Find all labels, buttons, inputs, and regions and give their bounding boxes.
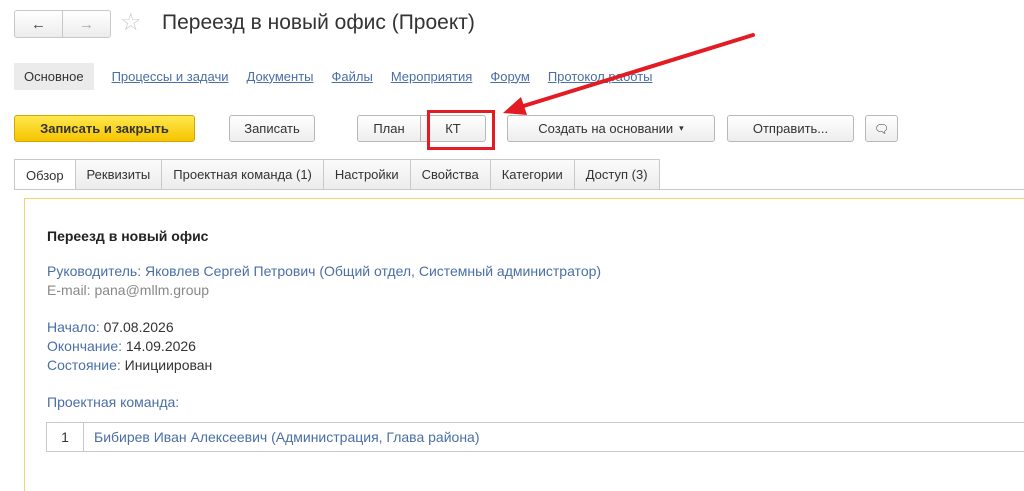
annotation-highlight-box	[427, 110, 495, 150]
nav-events[interactable]: Мероприятия	[391, 69, 473, 84]
nav-files[interactable]: Файлы	[332, 69, 373, 84]
tab-bar: Обзор Реквизиты Проектная команда (1) На…	[14, 159, 660, 190]
tab-categories[interactable]: Категории	[490, 159, 575, 189]
end-row: Окончание: 14.09.2026	[47, 338, 196, 354]
end-value: 14.09.2026	[125, 338, 196, 354]
nav-main[interactable]: Основное	[14, 62, 94, 90]
team-member-link[interactable]: Бибирев Иван Алексеевич (Администрация, …	[84, 429, 480, 445]
page-title: Переезд в новый офис (Проект)	[162, 11, 475, 34]
back-arrow-icon[interactable]: ←	[15, 11, 62, 37]
manager-row: Руководитель: Яковлев Сергей Петрович (О…	[47, 263, 601, 279]
chat-icon: 🗨	[873, 121, 890, 136]
nav-processes-tasks[interactable]: Процессы и задачи	[112, 69, 229, 84]
chevron-down-icon: ▾	[679, 123, 684, 133]
tab-requisites[interactable]: Реквизиты	[75, 159, 163, 189]
team-table-row[interactable]: 1 Бибирев Иван Алексеевич (Администрация…	[46, 422, 1024, 452]
save-and-close-label: Записать и закрыть	[40, 121, 169, 136]
send-label: Отправить...	[752, 121, 829, 136]
plan-button[interactable]: План	[357, 115, 421, 142]
forward-arrow-icon[interactable]: →	[62, 11, 110, 37]
email-label: E-mail:	[47, 282, 91, 298]
state-label: Состояние:	[47, 357, 121, 373]
create-based-on-label: Создать на основании	[538, 121, 674, 136]
tab-access[interactable]: Доступ (3)	[574, 159, 660, 189]
start-row: Начало: 07.08.2026	[47, 319, 174, 335]
annotation-arrow-icon	[503, 33, 755, 115]
history-nav: ← →	[14, 10, 111, 38]
end-label: Окончание:	[47, 338, 122, 354]
project-heading: Переезд в новый офис	[47, 228, 209, 244]
save-button[interactable]: Записать	[229, 115, 315, 142]
nav-documents[interactable]: Документы	[247, 69, 314, 84]
save-and-close-button[interactable]: Записать и закрыть	[14, 115, 195, 142]
manager-link[interactable]: Яковлев Сергей Петрович (Общий отдел, Си…	[145, 263, 601, 279]
tab-overview[interactable]: Обзор	[14, 159, 76, 190]
tab-settings[interactable]: Настройки	[323, 159, 411, 189]
state-value: Инициирован	[124, 357, 213, 373]
manager-label: Руководитель:	[47, 263, 142, 279]
send-button[interactable]: Отправить...	[727, 115, 854, 142]
tab-divider	[14, 189, 1024, 190]
save-label: Записать	[244, 121, 300, 136]
discussion-button[interactable]: 🗨	[865, 115, 898, 142]
tab-project-team[interactable]: Проектная команда (1)	[162, 159, 324, 189]
tab-properties[interactable]: Свойства	[410, 159, 491, 189]
start-label: Начало:	[47, 319, 100, 335]
plan-label: План	[373, 121, 405, 136]
start-value: 07.08.2026	[103, 319, 174, 335]
create-based-on-button[interactable]: Создать на основании ▾	[507, 115, 715, 142]
team-row-number: 1	[47, 423, 84, 451]
favorite-star-icon[interactable]: ☆	[120, 8, 142, 37]
email-value: pana@mllm.group	[94, 282, 210, 298]
email-row: E-mail: pana@mllm.group	[47, 282, 209, 298]
state-row: Состояние: Инициирован	[47, 357, 212, 373]
team-label: Проектная команда:	[47, 394, 180, 410]
